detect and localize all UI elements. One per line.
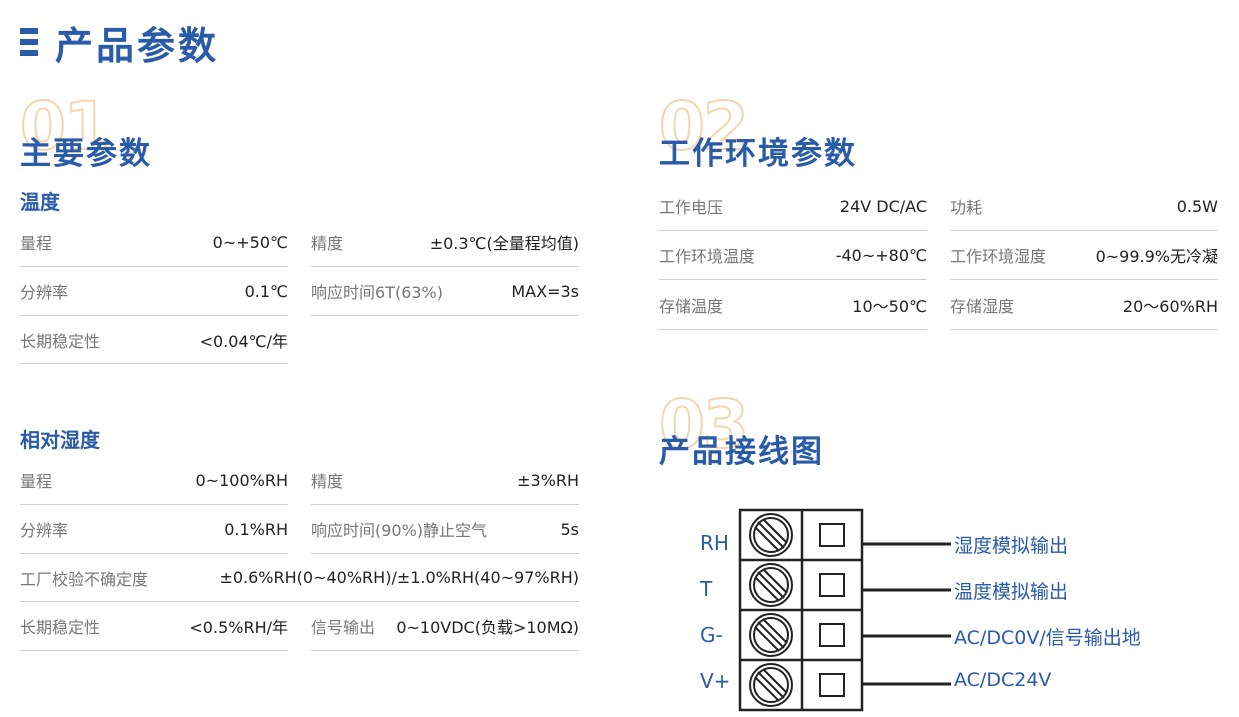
param-value: ±0.6%RH(0~40%RH)/±1.0%RH(40~97%RH) — [219, 568, 579, 587]
param-cell: 工作环境温度 -40~+80℃ — [659, 231, 927, 280]
param-label: 工厂校验不确定度 — [20, 569, 149, 589]
param-cell: 工作环境湿度 0~99.9%无冷凝 — [950, 231, 1218, 280]
param-label: 工作电压 — [659, 198, 724, 217]
param-value: 0.1%RH — [224, 519, 288, 539]
param-label: 精度 — [311, 234, 344, 253]
terminal-slot-icon — [819, 623, 845, 647]
param-cell: 长期稳定性 <0.04℃/年 — [20, 316, 288, 364]
param-label: 存储温度 — [659, 296, 724, 316]
screw-icon — [749, 563, 793, 607]
terminal-slot-icon — [819, 673, 845, 697]
param-cell: 量程 0~100%RH — [20, 456, 288, 505]
param-value: 0~100%RH — [195, 470, 288, 490]
param-label: 信号输出 — [311, 618, 376, 637]
section-title-wiring: 产品接线图 — [659, 434, 824, 470]
param-label: 存储湿度 — [950, 296, 1015, 316]
param-cell: 响应时间6T(63%) MAX=3s — [311, 267, 579, 316]
param-label: 长期稳定性 — [20, 618, 101, 637]
param-label: 量程 — [20, 472, 53, 491]
param-label: 工作环境温度 — [659, 247, 756, 266]
param-label: 分辨率 — [20, 521, 69, 540]
param-label: 分辨率 — [20, 283, 69, 302]
title-bars-icon — [20, 27, 42, 57]
param-label: 量程 — [20, 234, 53, 253]
param-value: <0.5%RH/年 — [189, 618, 288, 637]
param-value: -40~+80℃ — [835, 245, 927, 265]
section-title-main: 主要参数 — [20, 136, 152, 172]
param-label: 工作环境湿度 — [950, 247, 1047, 266]
terminal-slot-icon — [819, 523, 845, 547]
terminal-block-diagram — [738, 508, 951, 712]
param-cell-wide: 工厂校验不确定度 ±0.6%RH(0~40%RH)/±1.0%RH(40~97%… — [20, 554, 579, 602]
terminal-pin-v: V+ — [700, 669, 731, 693]
param-cell: 量程 0~+50℃ — [20, 218, 288, 267]
param-label: 响应时间(90%)静止空气 — [311, 521, 488, 540]
param-cell: 存储湿度 20～60%RH — [950, 280, 1218, 330]
param-value: <0.04℃/年 — [199, 331, 288, 351]
param-value: 0~99.9%无冷凝 — [1095, 247, 1218, 266]
param-value: 5s — [560, 519, 579, 539]
signal-label-rh: 湿度模拟输出 — [954, 535, 1069, 557]
screw-icon — [749, 613, 793, 657]
terminal-pin-g: G- — [700, 623, 723, 647]
subsection-title-temperature: 温度 — [20, 190, 60, 214]
param-cell: 分辨率 0.1%RH — [20, 505, 288, 554]
param-cell: 信号输出 0~10VDC(负载>10MΩ) — [311, 602, 579, 651]
param-cell: 分辨率 0.1℃ — [20, 267, 288, 316]
param-label: 长期稳定性 — [20, 331, 101, 351]
screw-icon — [749, 513, 793, 557]
param-value: 0.5W — [1176, 196, 1218, 216]
param-value: 0~10VDC(负载>10MΩ) — [396, 618, 579, 637]
param-cell: 功耗 0.5W — [950, 182, 1218, 231]
section-title-env: 工作环境参数 — [659, 136, 857, 172]
param-value: MAX=3s — [511, 281, 579, 301]
signal-label-t: 温度模拟输出 — [954, 581, 1069, 603]
screw-icon — [749, 663, 793, 707]
terminal-pin-t: T — [700, 577, 713, 601]
subsection-title-humidity: 相对湿度 — [20, 428, 100, 452]
terminal-pin-rh: RH — [700, 531, 729, 555]
param-cell: 响应时间(90%)静止空气 5s — [311, 505, 579, 554]
param-cell: 精度 ±0.3℃(全量程均值) — [311, 218, 579, 267]
param-value: 20～60%RH — [1122, 296, 1218, 316]
param-cell: 工作电压 24V DC/AC — [659, 182, 927, 231]
param-value: ±3%RH — [517, 470, 579, 490]
param-value: 0~+50℃ — [212, 232, 288, 252]
page-title: 产品参数 — [55, 24, 220, 68]
param-label: 响应时间6T(63%) — [311, 283, 444, 302]
param-value: 0.1℃ — [244, 281, 288, 301]
param-label: 功耗 — [950, 198, 983, 217]
signal-label-g: AC/DC0V/信号输出地 — [954, 627, 1141, 649]
param-value: 10～50℃ — [852, 296, 927, 316]
param-label: 精度 — [311, 472, 344, 491]
param-cell: 长期稳定性 <0.5%RH/年 — [20, 602, 288, 651]
param-value: 24V DC/AC — [839, 196, 927, 216]
param-value: ±0.3℃(全量程均值) — [429, 234, 579, 253]
terminal-slot-icon — [819, 573, 845, 597]
param-cell: 精度 ±3%RH — [311, 456, 579, 505]
signal-label-v: AC/DC24V — [954, 669, 1052, 691]
param-cell: 存储温度 10～50℃ — [659, 280, 927, 330]
